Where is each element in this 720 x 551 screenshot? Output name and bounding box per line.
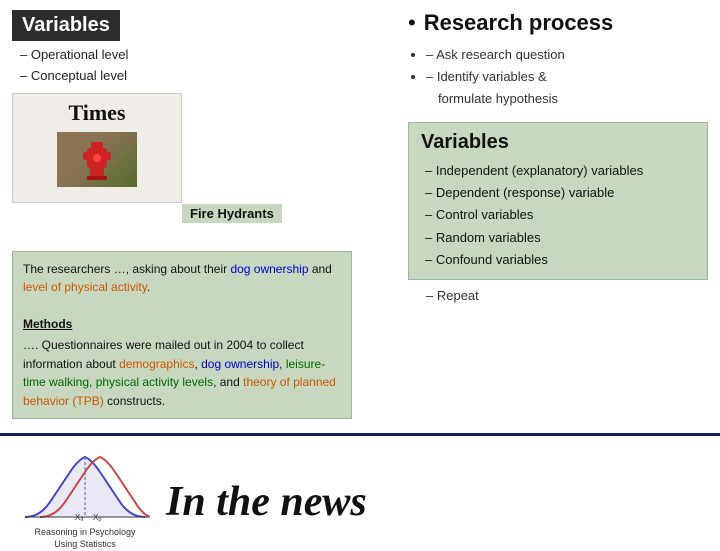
intro-and: and bbox=[309, 262, 332, 276]
methods-and: , and bbox=[213, 375, 243, 389]
fire-hydrant-label: Fire Hydrants bbox=[182, 204, 282, 223]
newspaper-title: Times bbox=[64, 94, 129, 128]
research-item-2-line2: formulate hypothesis bbox=[426, 91, 558, 106]
var-item-2: – Dependent (response) variable bbox=[425, 182, 695, 204]
curve-line1: Reasoning in Psychology bbox=[34, 527, 135, 537]
op-level-label: – Operational level bbox=[20, 45, 128, 66]
research-bullet: • bbox=[408, 12, 416, 34]
top-section: Variables – Operational level – Conceptu… bbox=[0, 0, 720, 425]
concept-level-label: – Conceptual level bbox=[20, 66, 127, 87]
repeat-label: – Repeat bbox=[426, 288, 479, 303]
demographics-highlight: demographics bbox=[119, 357, 194, 371]
variables-list: – Operational level – Conceptual level bbox=[12, 45, 392, 87]
var-label-2: – Dependent (response) variable bbox=[425, 182, 614, 204]
var-label-4: – Random variables bbox=[425, 227, 541, 249]
bell-curve-label: Reasoning in Psychology Using Statistics bbox=[20, 527, 150, 550]
hydrant-icon bbox=[77, 134, 117, 184]
newspaper-area: Times bbox=[12, 93, 352, 223]
dog-ownership-2-highlight: dog ownership bbox=[201, 357, 279, 371]
variables-title: Variables bbox=[12, 10, 120, 41]
op-level-item: – Operational level bbox=[20, 45, 392, 66]
var-item-1: – Independent (explanatory) variables bbox=[425, 160, 695, 182]
repeat-section: – Repeat bbox=[408, 280, 708, 311]
methods-end: constructs. bbox=[104, 394, 165, 408]
curve-line2: Using Statistics bbox=[54, 539, 116, 549]
newspaper-image: Times bbox=[12, 93, 182, 203]
var-item-5: – Confound variables bbox=[425, 249, 695, 271]
hydrant-background bbox=[57, 132, 137, 187]
methods-text: …. Questionnaires were mailed out in 200… bbox=[23, 336, 341, 410]
bottom-section: Xₐ Xᵦ Reasoning in Psychology Using Stat… bbox=[0, 436, 720, 550]
svg-text:Xᵦ: Xᵦ bbox=[93, 513, 101, 522]
research-text-box: The researchers …, asking about their do… bbox=[12, 251, 352, 420]
research-item-1: – Ask research question bbox=[426, 44, 708, 66]
physical-activity-highlight: level of physical activity bbox=[23, 280, 147, 294]
var-label-1: – Independent (explanatory) variables bbox=[425, 160, 643, 182]
svg-text:Xₐ: Xₐ bbox=[75, 513, 84, 522]
right-panel: • Research process – Ask research questi… bbox=[408, 10, 708, 419]
var-label-5: – Confound variables bbox=[425, 249, 548, 271]
var-label-3: – Control variables bbox=[425, 204, 533, 226]
bell-curve-container: Xₐ Xᵦ Reasoning in Psychology Using Stat… bbox=[20, 452, 150, 550]
variables-right-list: – Independent (explanatory) variables – … bbox=[421, 160, 695, 270]
variables-right-box: Variables – Independent (explanatory) va… bbox=[408, 122, 708, 279]
var-item-4: – Random variables bbox=[425, 227, 695, 249]
intro-prefix: The researchers …, asking about their bbox=[23, 262, 230, 276]
var-item-3: – Control variables bbox=[425, 204, 695, 226]
concept-level-item: – Conceptual level bbox=[20, 66, 392, 87]
intro-period: . bbox=[147, 280, 150, 294]
research-item-2-line1: – Identify variables & bbox=[426, 69, 547, 84]
left-panel: Variables – Operational level – Conceptu… bbox=[12, 10, 392, 419]
methods-title: Methods bbox=[23, 315, 341, 334]
dog-ownership-highlight: dog ownership bbox=[230, 262, 308, 276]
research-item-2: – Identify variables & formulate hypothe… bbox=[426, 66, 708, 110]
intro-text: The researchers …, asking about their do… bbox=[23, 260, 341, 297]
bell-curve-svg: Xₐ Xᵦ bbox=[20, 452, 150, 522]
methods-comma2: , bbox=[279, 357, 286, 371]
news-title: In the news bbox=[166, 478, 367, 526]
variables-right-title: Variables bbox=[421, 131, 695, 154]
research-process-list: – Ask research question – Identify varia… bbox=[408, 44, 708, 110]
research-title: Research process bbox=[424, 10, 614, 36]
research-header: • Research process bbox=[408, 10, 708, 36]
newspaper-photo bbox=[57, 132, 137, 187]
